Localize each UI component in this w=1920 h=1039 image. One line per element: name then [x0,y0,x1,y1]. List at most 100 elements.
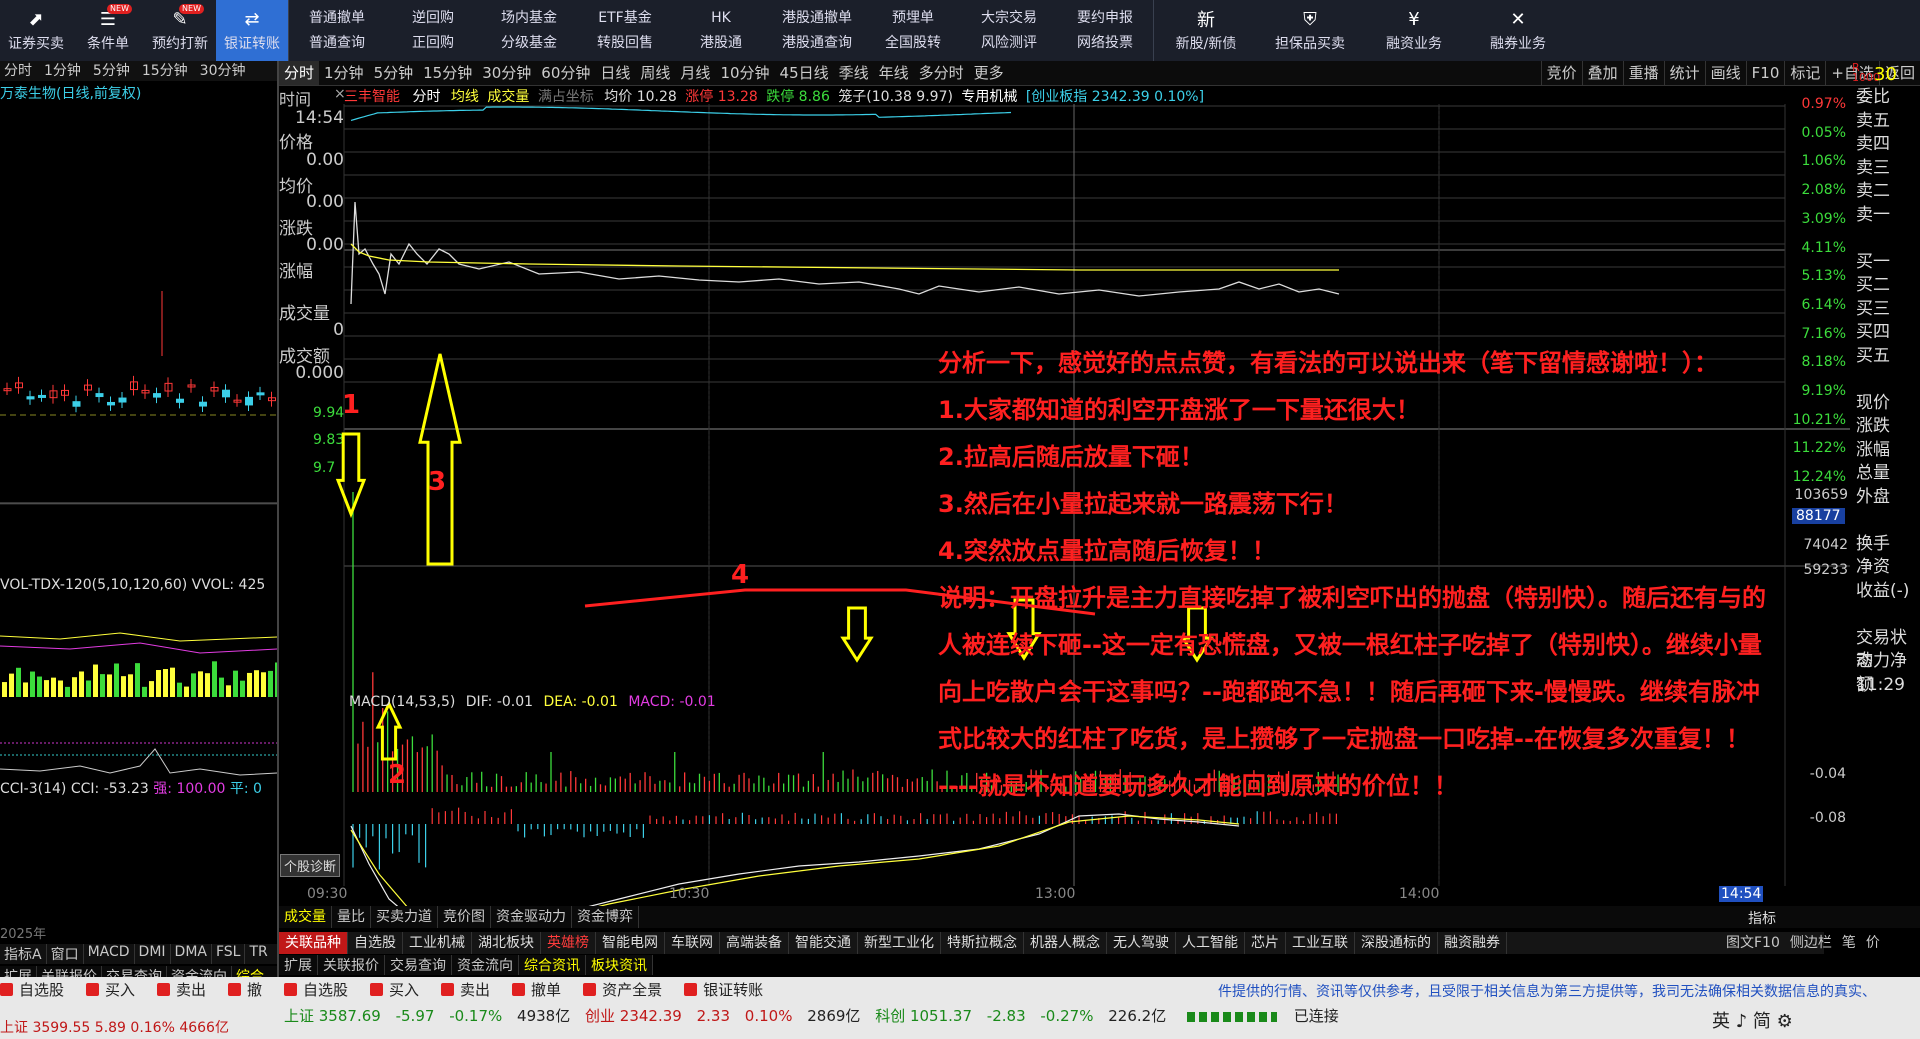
chart-bottom-tab[interactable]: 竞价图 [438,906,491,928]
chart-tool-tab[interactable]: 标记 [1784,61,1825,85]
toolbar-text-button[interactable]: 转股回售 [597,31,653,56]
sector-tab[interactable]: 高端装备 [720,932,789,954]
quick-watchlist[interactable]: 自选股 [284,979,348,1000]
toolbar-text-button[interactable]: HK [711,6,731,31]
toolbar-text-button[interactable]: 要约申报 [1077,6,1133,31]
toolbar-right-button[interactable]: ¥ 融资业务 [1362,0,1466,61]
toolbar-button-1[interactable]: ☰ NEW 条件单 [72,0,144,61]
period-tab[interactable]: 60分钟 [536,61,595,85]
sector-tab[interactable]: 关联品种 [279,932,348,954]
quick-buy-left[interactable]: 买入 [86,979,135,1000]
toolbar-text-button[interactable]: 全国股转 [885,31,941,56]
toolbar-text-button[interactable]: 大宗交易 [981,6,1037,31]
sector-tab[interactable]: 芯片 [1245,932,1286,954]
sector-tab[interactable]: 工业机械 [403,932,472,954]
quick-assets[interactable]: 资产全景 [583,979,662,1000]
period-tab[interactable]: 45日线 [775,61,834,85]
sector-tab[interactable]: 智能交通 [789,932,858,954]
toolbar-text-button[interactable]: 预埋单 [892,6,934,31]
chart-tool-tab[interactable]: 叠加 [1581,61,1623,85]
left-indicator-tab[interactable]: DMI [135,944,171,964]
chart-tool-tab[interactable]: 画线 [1704,61,1746,85]
ext-tab[interactable]: 板块资讯 [586,955,653,975]
quick-sell[interactable]: 卖出 [441,979,490,1000]
period-tab[interactable]: 周线 [635,61,675,85]
left-indicator-tab[interactable]: DMA [171,944,212,964]
period-tab[interactable]: 日线 [595,61,635,85]
sector-tab[interactable]: 工业互联 [1286,932,1355,954]
sector-tab[interactable]: 深股通标的 [1355,932,1438,954]
sector-tab[interactable]: 特斯拉概念 [941,932,1024,954]
ext-tab[interactable]: 关联报价 [318,955,385,975]
sector-tab[interactable]: 自选股 [348,932,403,954]
toolbar-right-button[interactable]: ⛨ 担保品买卖 [1258,0,1362,61]
toolbar-text-button[interactable]: 分级基金 [501,31,557,56]
sector-tab[interactable]: 湖北板块 [472,932,541,954]
left-period-tab[interactable]: 5分钟 [93,61,130,81]
sector-tab[interactable]: 新型工业化 [858,932,941,954]
sector-tab[interactable]: 智能电网 [596,932,665,954]
sector-tab[interactable]: 无人驾驶 [1107,932,1176,954]
toolbar-button-3[interactable]: ⇄ 银证转账 [216,0,288,61]
toolbar-text-button[interactable]: 港股通撤单 [782,6,852,31]
period-tab[interactable]: 15分钟 [418,61,477,85]
sector-tab[interactable]: 机器人概念 [1024,932,1107,954]
toolbar-text-button[interactable]: 港股通查询 [782,31,852,56]
toolbar-right-button[interactable]: ✕ 融券业务 [1466,0,1570,61]
ext-tab[interactable]: 资金流向 [452,955,519,975]
toolbar-text-button[interactable]: 普通查询 [309,31,365,56]
period-tab[interactable]: 30分钟 [477,61,536,85]
period-tab[interactable]: 10分钟 [715,61,774,85]
chart-bottom-tab[interactable]: 量比 [332,906,371,928]
ext-tab[interactable]: 综合资讯 [519,955,586,975]
period-tab[interactable]: 更多 [969,61,1009,85]
chart-bottom-tab[interactable]: 成交量 [279,906,332,928]
period-tab[interactable]: 多分时 [914,61,969,85]
toolbar-button-0[interactable]: ⬈ 证券买卖 [0,0,72,61]
left-indicator-tab[interactable]: MACD [84,944,135,964]
price-button[interactable]: 价 [1866,932,1880,952]
toolbar-text-button[interactable]: 风险测评 [981,31,1037,56]
chart-tool-tab[interactable]: 竞价 [1540,61,1582,85]
indicator-button[interactable]: 指标 [1748,908,1776,928]
left-period-tab[interactable]: 分时 [4,61,32,81]
toolbar-text-button[interactable]: 普通撤单 [309,6,365,31]
chart-bottom-tab[interactable]: 资金驱动力 [491,906,572,928]
chart-tool-tab[interactable]: F10 [1745,61,1785,85]
chart-bottom-tab[interactable]: 资金博弈 [572,906,639,928]
left-period-tab[interactable]: 30分钟 [200,61,246,81]
period-tab[interactable]: 1分钟 [319,61,369,85]
period-tab[interactable]: 5分钟 [369,61,419,85]
sector-tab[interactable]: 英雄榜 [541,932,596,954]
toolbar-text-button[interactable]: 逆回购 [412,6,454,31]
period-tab[interactable]: 分时 [279,61,320,85]
quick-watchlist-left[interactable]: 自选股 [0,979,64,1000]
ext-tab[interactable]: 交易查询 [385,955,452,975]
period-tab[interactable]: 季线 [834,61,874,85]
chart-tool-tab[interactable]: 统计 [1663,61,1705,85]
toolbar-text-button[interactable]: ETF基金 [598,6,651,31]
f10-button[interactable]: 图文F10 [1726,932,1780,952]
sidebar-button[interactable]: 侧边栏 [1790,932,1832,952]
toolbar-button-2[interactable]: ✎ NEW 预约打新 [144,0,216,61]
ime-indicator[interactable]: 英 ♪ 简 ⚙ [1712,1007,1793,1033]
sector-tab[interactable]: 融资融券 [1438,932,1507,954]
quick-sell-left[interactable]: 卖出 [157,979,206,1000]
toolbar-text-button[interactable]: 场内基金 [501,6,557,31]
left-indicator-tab[interactable]: 指标A [0,944,47,964]
chart-tool-tab[interactable]: 重播 [1622,61,1664,85]
period-tab[interactable]: 年线 [874,61,914,85]
toolbar-text-button[interactable]: 正回购 [412,31,454,56]
stock-diagnosis-button[interactable]: 个股诊断 [280,854,341,877]
period-tab[interactable]: 月线 [675,61,715,85]
chart-bottom-tab[interactable]: 买卖力道 [371,906,438,928]
sector-tab[interactable]: 人工智能 [1176,932,1245,954]
toolbar-right-button[interactable]: 新新股/新债 [1154,0,1258,61]
quick-transfer[interactable]: 银证转账 [684,979,763,1000]
toolbar-text-button[interactable]: 网络投票 [1077,31,1133,56]
quick-cancel[interactable]: 撤单 [512,979,561,1000]
toolbar-text-button[interactable]: 港股通 [700,31,742,56]
left-indicator-tab[interactable]: 窗口 [47,944,84,964]
ext-tab[interactable]: 扩展 [279,955,318,975]
left-indicator-tab[interactable]: TR [245,944,271,964]
